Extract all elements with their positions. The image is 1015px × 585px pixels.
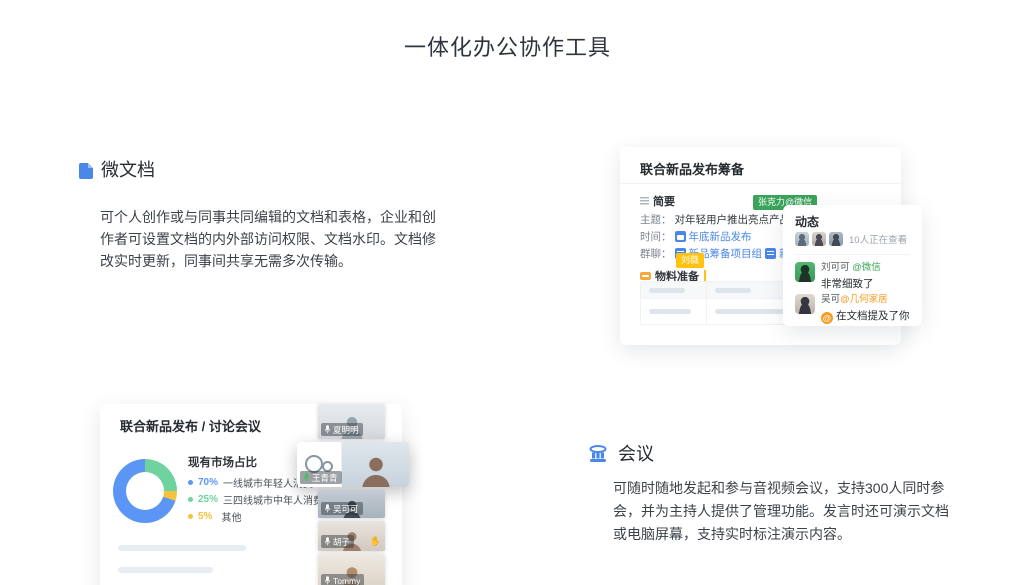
feature-doc-description: 可个人创作或与同事共同编辑的文档和表格，企业和创作者可设置文档的内外部访问权限、… (100, 206, 448, 272)
legend-dot (188, 480, 193, 485)
video-tile[interactable]: 吴可可 (318, 490, 385, 518)
comment-text: 非常细致了 (821, 276, 881, 291)
participant-video (342, 442, 409, 487)
mic-icon (324, 504, 331, 513)
activity-title: 动态 (795, 213, 819, 230)
feature-meeting-title: 会议 (618, 440, 654, 466)
calendar-icon (675, 231, 686, 242)
legend-item: 70% 一线城市年轻人消费 (188, 475, 313, 490)
video-tile[interactable]: 胡子 ✋ (318, 521, 385, 551)
placeholder-bar (715, 288, 751, 293)
viewer-avatar (829, 232, 843, 246)
activity-panel: 动态 10人正在查看 刘可可 @微信 非常细致了 吴可@几何家居 (783, 205, 922, 326)
landing-page: 一体化办公协作工具 微文档 可个人创作或与同事共同编辑的文档和表格，企业和创作者… (0, 0, 1015, 585)
comment-item: 刘可可 @微信 非常细致了 (795, 262, 881, 291)
participant-name-label: 王青青 (300, 471, 342, 484)
video-tile[interactable]: Tommy (318, 554, 385, 585)
comment-item: 吴可@几何家居 @在文档提及了你 (795, 294, 910, 324)
collaborator-cursor-tag-yellow: 刘薇 (676, 253, 704, 268)
mention-text: @在文档提及了你 (821, 308, 910, 324)
placeholder-bar (649, 288, 685, 293)
meeting-icon (588, 445, 608, 467)
document-icon (79, 163, 93, 184)
commenter-avatar (795, 262, 815, 282)
mention-at-icon: @ (821, 312, 833, 324)
meeting-card-title: 联合新品发布 / 讨论会议 (120, 416, 261, 435)
legend-item: 25% 三四线城市中年人消费 (188, 492, 323, 507)
mic-icon (324, 576, 331, 585)
summary-icon (640, 197, 649, 205)
feature-doc-title: 微文档 (101, 156, 155, 182)
schedule-link[interactable]: 年底新品发布 (689, 229, 752, 244)
legend-dot (188, 514, 193, 519)
summary-heading: 简要 (640, 193, 675, 209)
mic-active-icon (303, 473, 310, 482)
viewers-count: 10人正在查看 (849, 232, 907, 246)
page-title: 一体化办公协作工具 (0, 30, 1015, 62)
topic-row: 主题：对年轻用户推出亮点产品 (640, 212, 796, 227)
commenter-name: 吴可@几何家居 (821, 294, 910, 305)
commenter-name: 刘可可 @微信 (821, 262, 881, 273)
commenter-avatar (795, 294, 815, 314)
participant-name-label: 夏明明 (321, 423, 363, 436)
video-tile[interactable]: 夏明明 (318, 404, 385, 439)
doc-card-title: 联合新品发布筹备 (640, 159, 744, 178)
placeholder-bar (118, 567, 213, 573)
group-chat-icon (765, 248, 776, 259)
mic-icon (324, 537, 331, 546)
feature-meeting-description: 可随时随地发起和参与音视频会议，支持300人同时参会，并为主持人提供了管理功能。… (613, 477, 953, 546)
divider (620, 183, 901, 184)
participant-name-label: Tommy (321, 574, 364, 585)
legend-dot (188, 497, 193, 502)
video-tile-active-speaker[interactable]: 王青青 (297, 442, 409, 487)
mic-icon (324, 425, 331, 434)
divider (795, 254, 910, 255)
materials-icon (640, 272, 651, 280)
time-row: 时间： 年底新品发布 (640, 229, 752, 244)
raised-hand-icon: ✋ (370, 536, 381, 547)
legend-item: 5% 其他 (188, 509, 241, 524)
viewer-avatar (795, 232, 809, 246)
donut-chart (113, 459, 177, 523)
participant-name-label: 吴可可 (321, 502, 363, 515)
placeholder-bar (118, 545, 246, 551)
org-suffix: @几何家居 (840, 294, 888, 305)
placeholder-bar (649, 309, 691, 314)
viewers-row: 10人正在查看 (795, 232, 907, 246)
viewer-avatar (812, 232, 826, 246)
participant-name-label: 胡子 (321, 535, 354, 548)
org-suffix: @微信 (852, 262, 881, 273)
chart-legend-title: 现有市场占比 (188, 454, 257, 470)
